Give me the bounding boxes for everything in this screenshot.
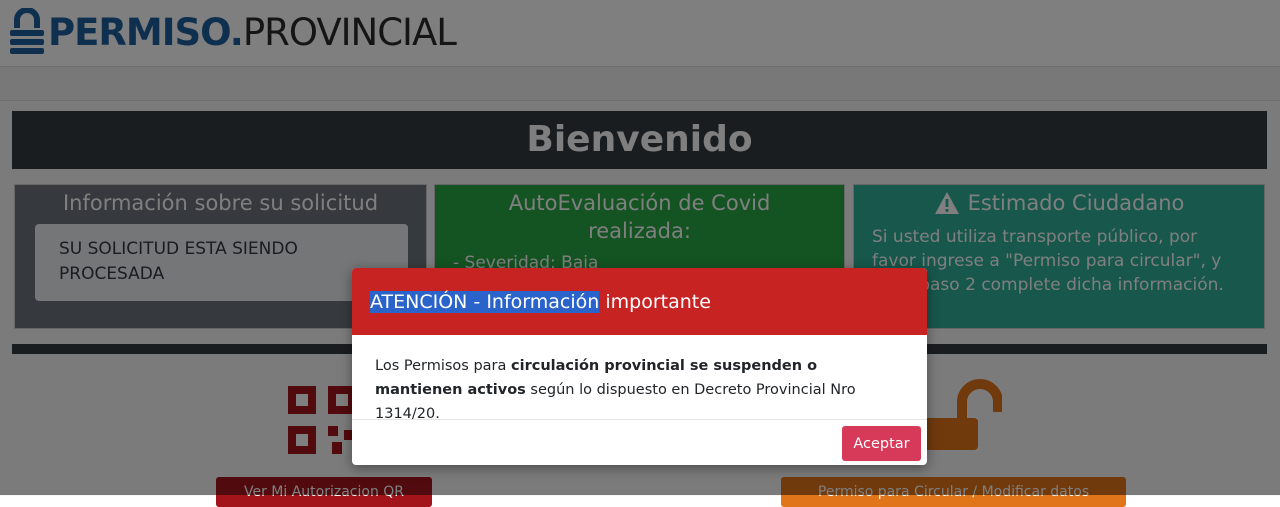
modal-footer: Aceptar — [352, 419, 927, 465]
modal-title-rest: importante — [599, 291, 711, 313]
modal-body: Los Permisos para circulación provincial… — [375, 354, 905, 426]
modal-header: ATENCIÓN - Información importante — [352, 268, 927, 335]
modal-body-text: Los Permisos para — [375, 358, 512, 374]
accept-button[interactable]: Aceptar — [842, 426, 921, 461]
attention-modal: ATENCIÓN - Información importante Los Pe… — [352, 268, 927, 465]
modal-title-selected: ATENCIÓN - Información — [370, 291, 600, 313]
modal-title: ATENCIÓN - Información importante — [370, 287, 711, 317]
